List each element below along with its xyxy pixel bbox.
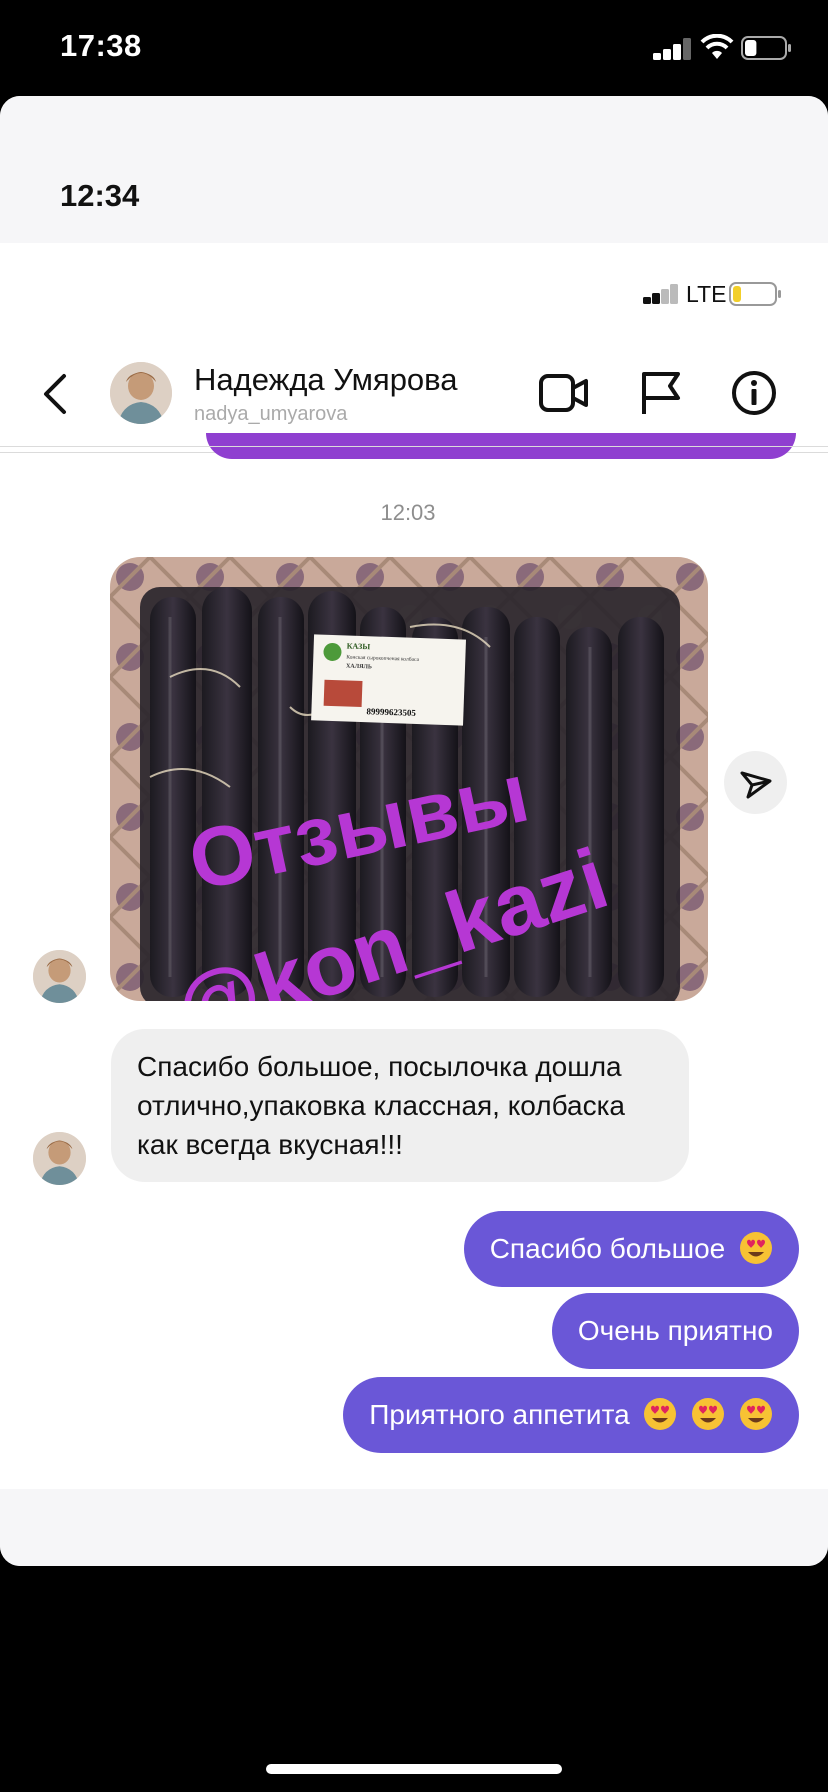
photo-message[interactable]: КАЗЫ Конская сырокопченая колбаса ХАЛЯЛЬ… bbox=[110, 557, 708, 1001]
message-timestamp: 12:03 bbox=[380, 500, 436, 525]
device-time: 17:38 bbox=[60, 28, 142, 63]
outgoing-message[interactable]: Очень приятно bbox=[551, 1293, 799, 1369]
incoming-message[interactable]: Спасибо большое, посылочка дошла отлично… bbox=[111, 1029, 689, 1182]
signal-icon bbox=[653, 38, 691, 60]
label-phone: 89999623505 bbox=[366, 706, 416, 718]
flag-icon[interactable] bbox=[640, 370, 682, 416]
heart-eyes-emoji bbox=[740, 1397, 772, 1430]
message-text: Приятного аппетита bbox=[369, 1399, 630, 1430]
message-text: Спасибо большое bbox=[489, 1233, 726, 1264]
outgoing-message[interactable]: Приятного аппетита bbox=[343, 1377, 799, 1453]
device-status-bar: 17:38 bbox=[0, 0, 828, 96]
share-icon bbox=[740, 771, 772, 799]
back-icon[interactable] bbox=[40, 372, 70, 416]
battery-icon bbox=[741, 36, 791, 60]
header-divider bbox=[0, 446, 828, 447]
sender-avatar bbox=[33, 950, 86, 1003]
inner-battery-icon bbox=[729, 282, 783, 311]
info-icon[interactable] bbox=[731, 370, 777, 416]
home-indicator[interactable] bbox=[266, 1764, 562, 1774]
label-halal: ХАЛЯЛЬ bbox=[346, 663, 372, 670]
heart-eyes-emoji bbox=[692, 1397, 725, 1430]
share-button[interactable] bbox=[724, 751, 787, 814]
inner-signal-icon bbox=[643, 284, 679, 304]
contact-name[interactable]: Надежда Умярова bbox=[194, 362, 458, 398]
card-bottom-area bbox=[0, 1489, 828, 1566]
heart-eyes-emoji bbox=[644, 1397, 677, 1430]
wifi-icon bbox=[700, 34, 734, 59]
inner-status-time: 12:34 bbox=[60, 178, 140, 213]
outgoing-message[interactable]: Спасибо большое bbox=[463, 1211, 799, 1287]
message-text: Очень приятно bbox=[577, 1315, 773, 1346]
sender-avatar bbox=[33, 1132, 86, 1185]
contact-avatar[interactable] bbox=[110, 362, 172, 424]
label-title: КАЗЫ bbox=[347, 641, 371, 651]
card-top-area bbox=[0, 96, 828, 243]
video-call-icon[interactable] bbox=[538, 372, 590, 414]
contact-username: nadya_umyarova bbox=[194, 403, 348, 425]
heart-eyes-emoji bbox=[740, 1231, 772, 1264]
network-type: LTE bbox=[686, 281, 727, 307]
